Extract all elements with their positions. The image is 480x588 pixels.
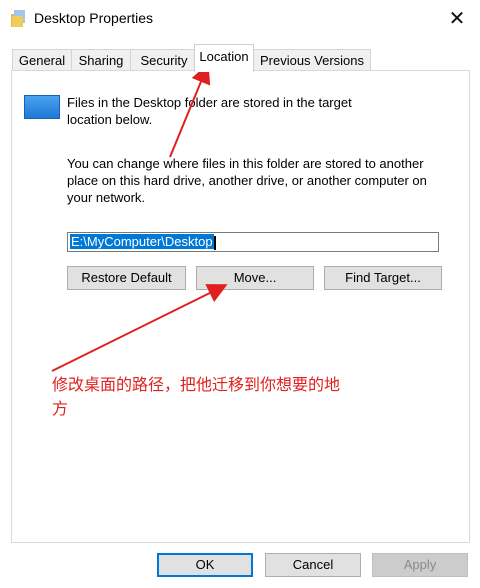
cancel-button[interactable]: Cancel: [265, 553, 361, 577]
move-button[interactable]: Move...: [196, 266, 314, 290]
tab-general[interactable]: General: [12, 49, 72, 71]
folder-icon: [11, 10, 25, 27]
tab-sharing[interactable]: Sharing: [71, 49, 131, 71]
location-panel: [11, 70, 470, 543]
restore-default-button[interactable]: Restore Default: [67, 266, 186, 290]
path-input[interactable]: E:\MyComputer\Desktop: [67, 232, 439, 252]
annotation-note: 修改桌面的路径，把他迁移到你想要的地方: [52, 375, 341, 418]
ok-button[interactable]: OK: [157, 553, 253, 577]
location-description: You can change where files in this folde…: [67, 156, 427, 205]
window-title: Desktop Properties: [34, 10, 154, 26]
desktop-folder-icon: [24, 95, 60, 119]
tab-security[interactable]: Security: [130, 49, 198, 71]
path-value: E:\MyComputer\Desktop: [70, 234, 214, 249]
text-caret: [213, 235, 216, 250]
title-bar: Desktop Properties ✕: [0, 0, 480, 38]
location-info-text: Files in the Desktop folder are stored i…: [67, 95, 352, 127]
tab-location[interactable]: Location: [194, 44, 254, 72]
apply-button[interactable]: Apply: [372, 553, 468, 577]
close-button[interactable]: ✕: [442, 6, 472, 32]
tab-previous-versions[interactable]: Previous Versions: [253, 49, 371, 71]
find-target-button[interactable]: Find Target...: [324, 266, 442, 290]
